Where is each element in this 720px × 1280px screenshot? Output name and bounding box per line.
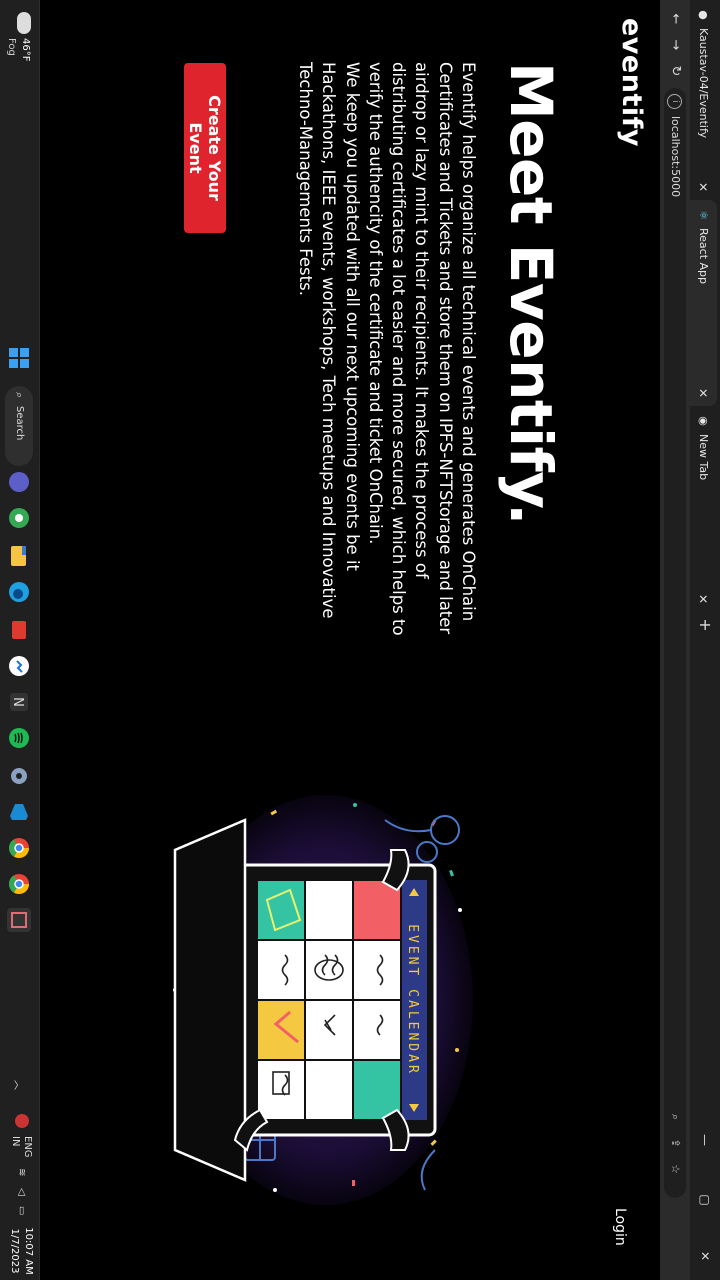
description-line: Eventify helps organize all technical ev…	[459, 62, 478, 622]
wifi-icon[interactable]: ≋	[16, 1168, 27, 1176]
react-icon: ⚛	[697, 210, 710, 220]
weather-condition: Fog	[6, 38, 17, 56]
volume-icon[interactable]: ◁	[16, 1188, 27, 1196]
windows-taskbar: 46°F Fog ⌕ Search N ︿ ENG IN ≋ ◁ ▭ 10:07…	[0, 0, 40, 1280]
tab-close-icon[interactable]: ✕	[697, 388, 711, 398]
search-icon: ⌕	[13, 392, 26, 399]
vscode-icon[interactable]	[7, 800, 31, 824]
tab-new-tab[interactable]: ◉ New Tab ✕	[690, 406, 717, 612]
cloud-icon	[17, 12, 31, 34]
settings-gear-icon[interactable]	[7, 764, 31, 788]
browser-toolbar: ← → ↻ i localhost:5000 ⌕ ⇪ ☆	[636, 0, 690, 1280]
teams-icon[interactable]	[7, 470, 31, 494]
bookmark-star-icon[interactable]: ☆	[668, 1160, 682, 1178]
tab-react-app[interactable]: ⚛ React App ✕	[690, 200, 717, 406]
description-line: Techno-Managements Fests.	[295, 62, 315, 296]
lang-top: ENG	[22, 1136, 33, 1158]
close-window-button[interactable]: ✕	[690, 1236, 720, 1276]
page-content: eventify Login Meet Eventify. Eventify h…	[40, 0, 660, 1280]
chevron-up-icon[interactable]: ︿	[12, 1080, 27, 1090]
chrome-icon[interactable]	[7, 836, 31, 860]
snipping-tool-icon[interactable]	[7, 908, 31, 932]
new-tab-button[interactable]: +	[694, 614, 716, 636]
description-line: airdrop or lazy mint to their recipients…	[412, 62, 432, 579]
weather-widget[interactable]: 46°F Fog	[3, 12, 35, 72]
windows-start-icon[interactable]	[7, 346, 31, 370]
description-line: Hackathons, IEEE events, workshops, Tech…	[319, 62, 339, 619]
svg-text:N: N	[10, 697, 25, 707]
forward-button[interactable]: →	[664, 34, 686, 56]
tab-close-icon[interactable]: ✕	[697, 594, 711, 604]
description-line: We keep you updated with all our next up…	[342, 62, 362, 571]
spotify-icon[interactable]	[7, 726, 31, 750]
tab-github[interactable]: ● Kaustav-04/Eventify ✕	[690, 0, 717, 200]
site-info-icon[interactable]: i	[667, 94, 682, 109]
screen-frame: ● Kaustav-04/Eventify ✕ ⚛ React App ✕ ◉ …	[0, 0, 720, 1280]
notion-icon[interactable]: N	[7, 690, 31, 714]
maximize-button[interactable]: ▢	[690, 1180, 720, 1220]
language-indicator[interactable]: ENG IN	[9, 1136, 33, 1158]
brand-logo[interactable]: eventify	[616, 18, 647, 147]
zoom-icon[interactable]: ⌕	[668, 1108, 682, 1126]
chrome-icon-2[interactable]	[7, 872, 31, 896]
description-line: distributing certificates a lot easier a…	[389, 62, 409, 636]
taskbar-clock[interactable]: 10:07 AM 1/7/2023	[7, 1225, 35, 1277]
calendar-grid: EVENT CALENDAR	[256, 879, 427, 1121]
tray-app-icon[interactable]	[15, 1114, 29, 1128]
anydesk-icon[interactable]	[7, 618, 31, 642]
minimize-button[interactable]: —	[690, 1120, 720, 1160]
login-link[interactable]: Login	[612, 1208, 628, 1246]
messenger-icon[interactable]	[7, 654, 31, 678]
chrome-icon: ◉	[697, 416, 710, 426]
hero-description: Eventify helps organize all technical ev…	[294, 62, 480, 642]
browser-tab-strip: ● Kaustav-04/Eventify ✕ ⚛ React App ✕ ◉ …	[690, 0, 720, 1280]
tab-title: React App	[697, 228, 710, 285]
description-line: Certificates and Tickets and store them …	[435, 62, 455, 635]
file-explorer-icon[interactable]	[7, 544, 31, 568]
event-calendar-illustration: EVENT CALENDAR	[173, 795, 473, 1205]
clock-date: 1/7/2023	[9, 1228, 20, 1274]
tab-title: Kaustav-04/Eventify	[697, 28, 710, 139]
battery-icon[interactable]: ▭	[16, 1206, 27, 1215]
hero-title: Meet Eventify.	[497, 62, 565, 525]
tab-title: New Tab	[697, 434, 710, 481]
chrome-profile-icon[interactable]	[7, 506, 31, 530]
tab-close-icon[interactable]: ✕	[697, 182, 711, 192]
description-line: verify the authencity of the certificate…	[365, 62, 385, 545]
create-event-button[interactable]: Create Your Event	[184, 63, 226, 233]
share-icon[interactable]: ⇪	[668, 1134, 682, 1152]
address-bar[interactable]: i localhost:5000 ⌕ ⇪ ☆	[664, 88, 686, 1198]
lang-bottom: IN	[10, 1136, 21, 1147]
calendar-caption: EVENT CALENDAR	[405, 924, 420, 1076]
weather-temp: 46°F	[20, 38, 31, 62]
clock-time: 10:07 AM	[23, 1227, 34, 1275]
reload-button[interactable]: ↻	[664, 60, 686, 82]
github-icon: ●	[697, 10, 710, 20]
back-button[interactable]: ←	[664, 8, 686, 30]
taskbar-search[interactable]: ⌕ Search	[5, 386, 33, 466]
edge-icon[interactable]	[7, 580, 31, 604]
url-text: localhost:5000	[669, 116, 682, 198]
search-label: Search	[14, 406, 25, 441]
